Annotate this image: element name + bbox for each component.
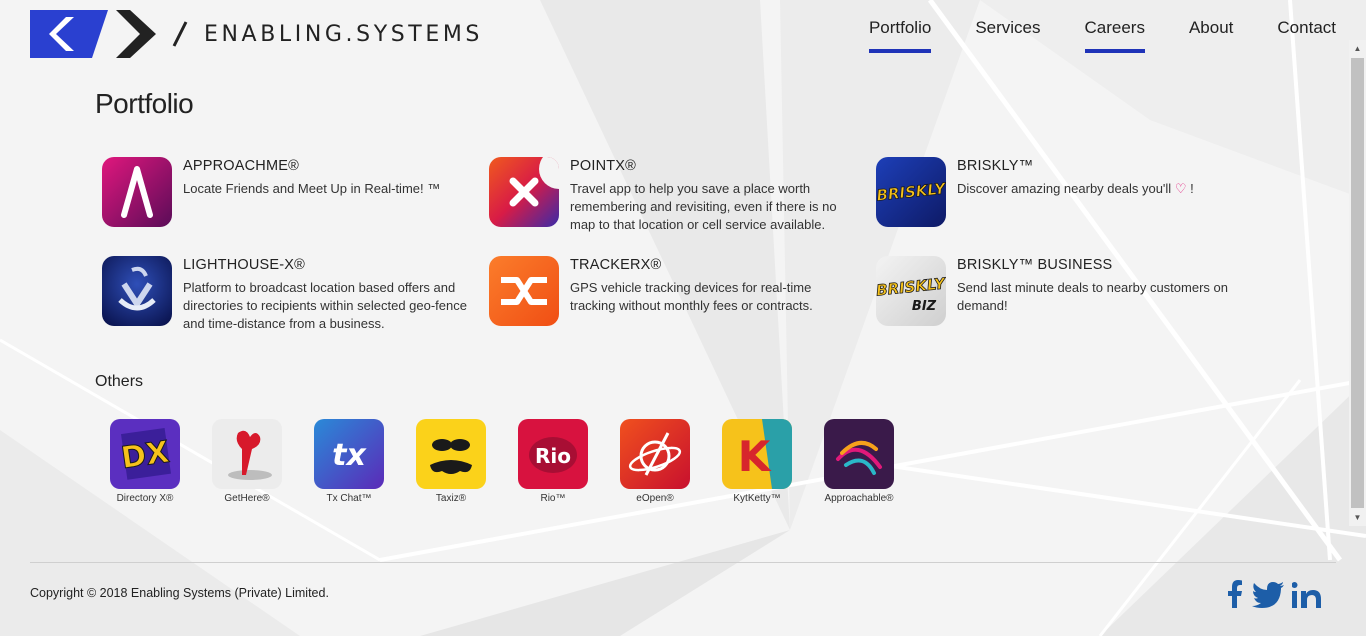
app-description: Platform to broadcast location based off… — [183, 280, 467, 331]
rio-mark: Rio — [535, 444, 571, 468]
rio-icon[interactable]: Rio — [518, 419, 588, 489]
briskly-icon[interactable]: BRISKLY — [876, 157, 946, 227]
others-heading: Others — [95, 373, 144, 390]
brand-name: ENABLING.SYSTEMS — [204, 21, 483, 47]
nav-contact[interactable]: Contact — [1277, 18, 1336, 53]
kytketty-mark: K — [738, 432, 772, 481]
other-app-tx-chat[interactable]: tx Tx Chat™ — [304, 419, 394, 504]
nav-portfolio[interactable]: Portfolio — [868, 18, 932, 53]
approachme-icon[interactable] — [102, 157, 172, 227]
nav-about[interactable]: About — [1189, 18, 1233, 53]
app-name[interactable]: LIGHTHOUSE-X® — [183, 257, 472, 273]
nav-services[interactable]: Services — [975, 18, 1040, 53]
copyright-text: Copyright © 2018 Enabling Systems (Priva… — [30, 586, 329, 600]
facebook-icon[interactable] — [1226, 580, 1244, 613]
page-title: Portfolio — [95, 88, 194, 119]
linkedin-icon[interactable] — [1291, 582, 1322, 613]
gethere-icon[interactable] — [212, 419, 282, 489]
app-pointx[interactable]: POINTX® Travel app to help you save a pl… — [489, 157, 859, 234]
app-description-suffix: ! — [1186, 181, 1194, 196]
nav-active-underline — [1084, 49, 1145, 53]
app-name[interactable]: BRISKLY™ BUSINESS — [957, 257, 1246, 273]
kytketty-icon[interactable]: K — [722, 419, 792, 489]
nav-label: About — [1188, 18, 1234, 37]
pointx-icon[interactable] — [489, 157, 559, 227]
other-app-label[interactable]: eOpen® — [610, 493, 700, 504]
app-name[interactable]: BRISKLY™ — [957, 158, 1194, 174]
other-app-label[interactable]: Rio™ — [508, 493, 598, 504]
directory-x-mark: DX — [119, 435, 171, 476]
app-trackerx[interactable]: TRACKERX® GPS vehicle tracking devices f… — [489, 256, 859, 326]
nav-label: Portfolio — [868, 18, 932, 37]
app-description: Send last minute deals to nearby custome… — [957, 280, 1228, 313]
app-lighthouse-x[interactable]: LIGHTHOUSE-X® Platform to broadcast loca… — [102, 256, 472, 333]
taxiz-icon[interactable] — [416, 419, 486, 489]
other-app-taxiz[interactable]: Taxiz® — [406, 419, 496, 504]
heart-icon: ♡ — [1174, 181, 1187, 196]
lighthouse-x-icon[interactable] — [102, 256, 172, 326]
other-app-label[interactable]: Taxiz® — [406, 493, 496, 504]
tx-chat-icon[interactable]: tx — [314, 419, 384, 489]
nav-label: Services — [975, 18, 1041, 37]
app-description-text: Discover amazing nearby deals you'll — [957, 181, 1172, 196]
site-logo[interactable]: ENABLING.SYSTEMS — [30, 10, 483, 58]
logo-slash-icon — [172, 21, 188, 47]
twitter-icon[interactable] — [1252, 582, 1284, 613]
app-description: GPS vehicle tracking devices for real-ti… — [570, 280, 813, 313]
eopen-icon[interactable] — [620, 419, 690, 489]
nav-label: Contact — [1277, 18, 1336, 37]
other-app-rio[interactable]: Rio Rio™ — [508, 419, 598, 504]
app-description: Discover amazing nearby deals you'll ♡ ! — [957, 180, 1194, 198]
social-links — [1218, 580, 1322, 613]
nav-careers[interactable]: Careers — [1084, 18, 1145, 53]
app-name[interactable]: APPROACHME® — [183, 158, 440, 174]
scroll-up-arrow-icon[interactable]: ▲ — [1349, 40, 1366, 57]
vertical-scrollbar[interactable]: ▲ ▼ — [1349, 40, 1366, 526]
logo-mark-icon — [30, 10, 156, 58]
nav-active-underline — [868, 49, 932, 53]
app-briskly-business[interactable]: BRISKLY BIZ BRISKLY™ BUSINESS Send last … — [876, 256, 1246, 326]
other-app-label[interactable]: Directory X® — [100, 493, 190, 504]
scroll-thumb[interactable] — [1351, 58, 1364, 508]
other-app-label[interactable]: KytKetty™ — [712, 493, 802, 504]
tx-chat-mark: tx — [332, 438, 367, 473]
app-name[interactable]: POINTX® — [570, 158, 859, 174]
app-briskly[interactable]: BRISKLY BRISKLY™ Discover amazing nearby… — [876, 157, 1246, 227]
other-app-kytketty[interactable]: K KytKetty™ — [712, 419, 802, 504]
nav-underline — [1189, 49, 1233, 53]
other-app-approachable[interactable]: Approachable® — [814, 419, 904, 504]
main-nav: Portfolio Services Careers About Contact — [825, 18, 1336, 53]
nav-label: Careers — [1084, 18, 1145, 37]
nav-underline — [975, 49, 1040, 53]
trackerx-icon[interactable] — [489, 256, 559, 326]
other-app-gethere[interactable]: GetHere® — [202, 419, 292, 504]
scroll-down-arrow-icon[interactable]: ▼ — [1349, 509, 1366, 526]
other-app-label[interactable]: Approachable® — [814, 493, 904, 504]
other-app-eopen[interactable]: eOpen® — [610, 419, 700, 504]
app-approachme[interactable]: APPROACHME® Locate Friends and Meet Up i… — [102, 157, 472, 227]
nav-underline — [1277, 49, 1336, 53]
biz-logo-text: BIZ — [912, 299, 937, 314]
directory-x-icon[interactable]: DX — [110, 419, 180, 489]
other-app-directory-x[interactable]: DX Directory X® — [100, 419, 190, 504]
app-name[interactable]: TRACKERX® — [570, 257, 859, 273]
app-description: Travel app to help you save a place wort… — [570, 181, 837, 232]
footer-divider — [30, 562, 1336, 563]
app-description: Locate Friends and Meet Up in Real-time!… — [183, 181, 441, 196]
approachable-icon[interactable] — [824, 419, 894, 489]
other-app-label[interactable]: GetHere® — [202, 493, 292, 504]
other-app-label[interactable]: Tx Chat™ — [304, 493, 394, 504]
briskly-biz-icon[interactable]: BRISKLY BIZ — [876, 256, 946, 326]
